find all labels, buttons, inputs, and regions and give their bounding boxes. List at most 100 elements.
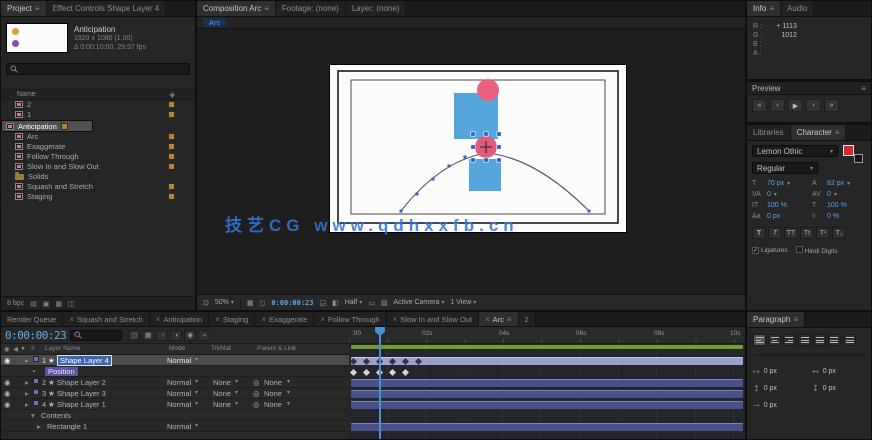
- layer-row[interactable]: ◉ ▸ 2 ★ Shape Layer 2 Normal▾ None▾ ◎ No…: [1, 377, 349, 388]
- project-item-folder[interactable]: Solids: [1, 172, 195, 182]
- label-swatch[interactable]: [168, 193, 175, 200]
- horizontal-scale-field[interactable]: T100 %: [812, 202, 866, 209]
- property-name[interactable]: Position: [45, 367, 78, 376]
- blend-mode-dropdown[interactable]: Normal: [167, 389, 191, 398]
- previous-frame-button[interactable]: ‹: [770, 99, 785, 112]
- eye-icon[interactable]: ◉: [4, 389, 11, 398]
- label-swatch[interactable]: [168, 183, 175, 190]
- layer-name-column-header[interactable]: Layer Name: [45, 345, 80, 352]
- trkmat-dropdown[interactable]: None: [213, 389, 231, 398]
- blend-mode-dropdown[interactable]: Normal: [167, 400, 191, 409]
- eye-icon[interactable]: ◉: [4, 378, 11, 387]
- tab-comp[interactable]: 2: [519, 312, 536, 326]
- subscript-button[interactable]: T₁: [832, 227, 846, 239]
- tab-comp[interactable]: ×Anticipation: [150, 312, 209, 326]
- font-size-field[interactable]: T70 px▾: [752, 180, 806, 187]
- project-settings-icon[interactable]: ▦: [55, 300, 62, 308]
- tab-audio[interactable]: Audio: [781, 1, 814, 16]
- project-item[interactable]: 2: [1, 100, 195, 110]
- tab-paragraph[interactable]: Paragraph ≡: [747, 312, 805, 327]
- close-tab-icon[interactable]: ×: [261, 315, 266, 324]
- ligatures-checkbox[interactable]: ✓Ligatures: [752, 247, 788, 254]
- tab-composition[interactable]: Composition Arc ≡: [197, 1, 276, 16]
- label-column-header[interactable]: ◆: [170, 91, 175, 99]
- keyframe-icon[interactable]: [363, 368, 370, 375]
- hide-shy-icon[interactable]: ◔: [156, 330, 168, 341]
- new-folder-icon[interactable]: ▤: [30, 300, 37, 308]
- tsume-field[interactable]: ◊0 %: [812, 213, 866, 220]
- tab-comp[interactable]: ×Squash and Stretch: [63, 312, 150, 326]
- label-swatch[interactable]: [168, 163, 175, 170]
- frame-blend-icon[interactable]: ◑: [170, 330, 182, 341]
- mode-column-header[interactable]: Mode: [169, 345, 185, 352]
- parent-dropdown[interactable]: None: [264, 378, 282, 387]
- panel-menu-icon[interactable]: ≡: [793, 315, 798, 324]
- project-search-input[interactable]: [6, 63, 190, 75]
- graph-editor-icon[interactable]: ≈: [198, 330, 210, 341]
- tab-comp[interactable]: ×Exaggerate: [255, 312, 314, 326]
- trash-icon[interactable]: ◫: [68, 300, 75, 308]
- timeline-track-area[interactable]: :00 02s 04s 06s 08s 10s: [349, 327, 745, 439]
- audio-icon[interactable]: ◀: [13, 345, 18, 353]
- panel-menu-icon[interactable]: ≡: [35, 4, 40, 13]
- bit-depth-button[interactable]: 8 bpc: [7, 300, 24, 307]
- track-row[interactable]: [349, 377, 745, 388]
- close-tab-icon[interactable]: ×: [215, 315, 220, 324]
- label-swatch[interactable]: [61, 123, 68, 130]
- indent-right-field[interactable]: ↤0 px: [812, 367, 865, 376]
- justify-all-button[interactable]: [843, 334, 856, 346]
- group-name[interactable]: Contents: [41, 411, 71, 420]
- label-swatch[interactable]: [168, 143, 175, 150]
- trkmat-dropdown[interactable]: None: [213, 378, 231, 387]
- label-swatch[interactable]: [168, 133, 175, 140]
- trkmat-column-header[interactable]: TrkMat: [211, 345, 231, 352]
- layer-duration-bar[interactable]: [351, 423, 743, 431]
- tab-effect-controls[interactable]: Effect Controls Shape Layer 4: [47, 1, 167, 16]
- project-item[interactable]: Slow In and Slow Out: [1, 162, 195, 172]
- panel-menu-icon[interactable]: ≡: [264, 4, 269, 13]
- stroke-color-swatch[interactable]: [854, 154, 863, 163]
- track-row[interactable]: [349, 366, 745, 377]
- project-column-headers[interactable]: Name ◆: [1, 89, 195, 100]
- align-left-button[interactable]: [753, 334, 766, 346]
- blend-mode-dropdown[interactable]: Normal: [167, 356, 191, 365]
- label-chip[interactable]: [33, 389, 39, 395]
- always-preview-icon[interactable]: ⊡: [203, 299, 209, 307]
- layer-duration-bar[interactable]: [351, 379, 743, 387]
- keyframe-icon[interactable]: [402, 368, 409, 375]
- align-center-button[interactable]: [768, 334, 781, 346]
- close-tab-icon[interactable]: ×: [320, 315, 325, 324]
- timeline-search-input[interactable]: [70, 330, 122, 341]
- label-chip[interactable]: [33, 356, 39, 362]
- parent-dropdown[interactable]: None: [264, 400, 282, 409]
- track-row[interactable]: [349, 355, 745, 366]
- middle-blue-square[interactable]: [469, 159, 501, 191]
- blend-mode-dropdown[interactable]: Normal: [167, 422, 191, 431]
- label-swatch[interactable]: [168, 153, 175, 160]
- trkmat-dropdown[interactable]: None: [213, 400, 231, 409]
- faux-italic-button[interactable]: T: [768, 227, 782, 239]
- view-layout-dropdown[interactable]: 1 View▾: [450, 299, 476, 306]
- layer-name[interactable]: Shape Layer 3: [57, 389, 106, 398]
- justify-last-center-button[interactable]: [813, 334, 826, 346]
- project-item-selected[interactable]: Anticipation: [1, 120, 93, 132]
- project-item[interactable]: Arc: [1, 132, 195, 142]
- tab-comp[interactable]: ×Staging: [209, 312, 255, 326]
- project-item[interactable]: Squash and Stretch: [1, 182, 195, 192]
- tab-character[interactable]: Character ≡: [791, 125, 847, 140]
- eye-icon[interactable]: ◉: [4, 356, 11, 365]
- playhead[interactable]: [379, 327, 381, 439]
- tab-info[interactable]: Info ≡: [747, 1, 781, 16]
- property-row[interactable]: ◔ Position: [1, 366, 349, 377]
- track-row[interactable]: [349, 421, 745, 432]
- faux-bold-button[interactable]: T: [752, 227, 766, 239]
- close-tab-icon[interactable]: ×: [485, 315, 490, 324]
- shape-group-name[interactable]: Rectangle 1: [47, 422, 87, 431]
- shape-group-row[interactable]: ▸ Rectangle 1 Normal▾: [1, 421, 349, 432]
- comp-breadcrumb[interactable]: Arc: [203, 18, 226, 27]
- tab-comp[interactable]: ×Follow Through: [314, 312, 386, 326]
- grid-options-icon[interactable]: ▦: [247, 299, 254, 307]
- twirl-icon[interactable]: ▸: [37, 422, 41, 431]
- draft-3d-icon[interactable]: ▦: [142, 330, 154, 341]
- time-ruler[interactable]: :00 02s 04s 06s 08s 10s: [349, 327, 745, 344]
